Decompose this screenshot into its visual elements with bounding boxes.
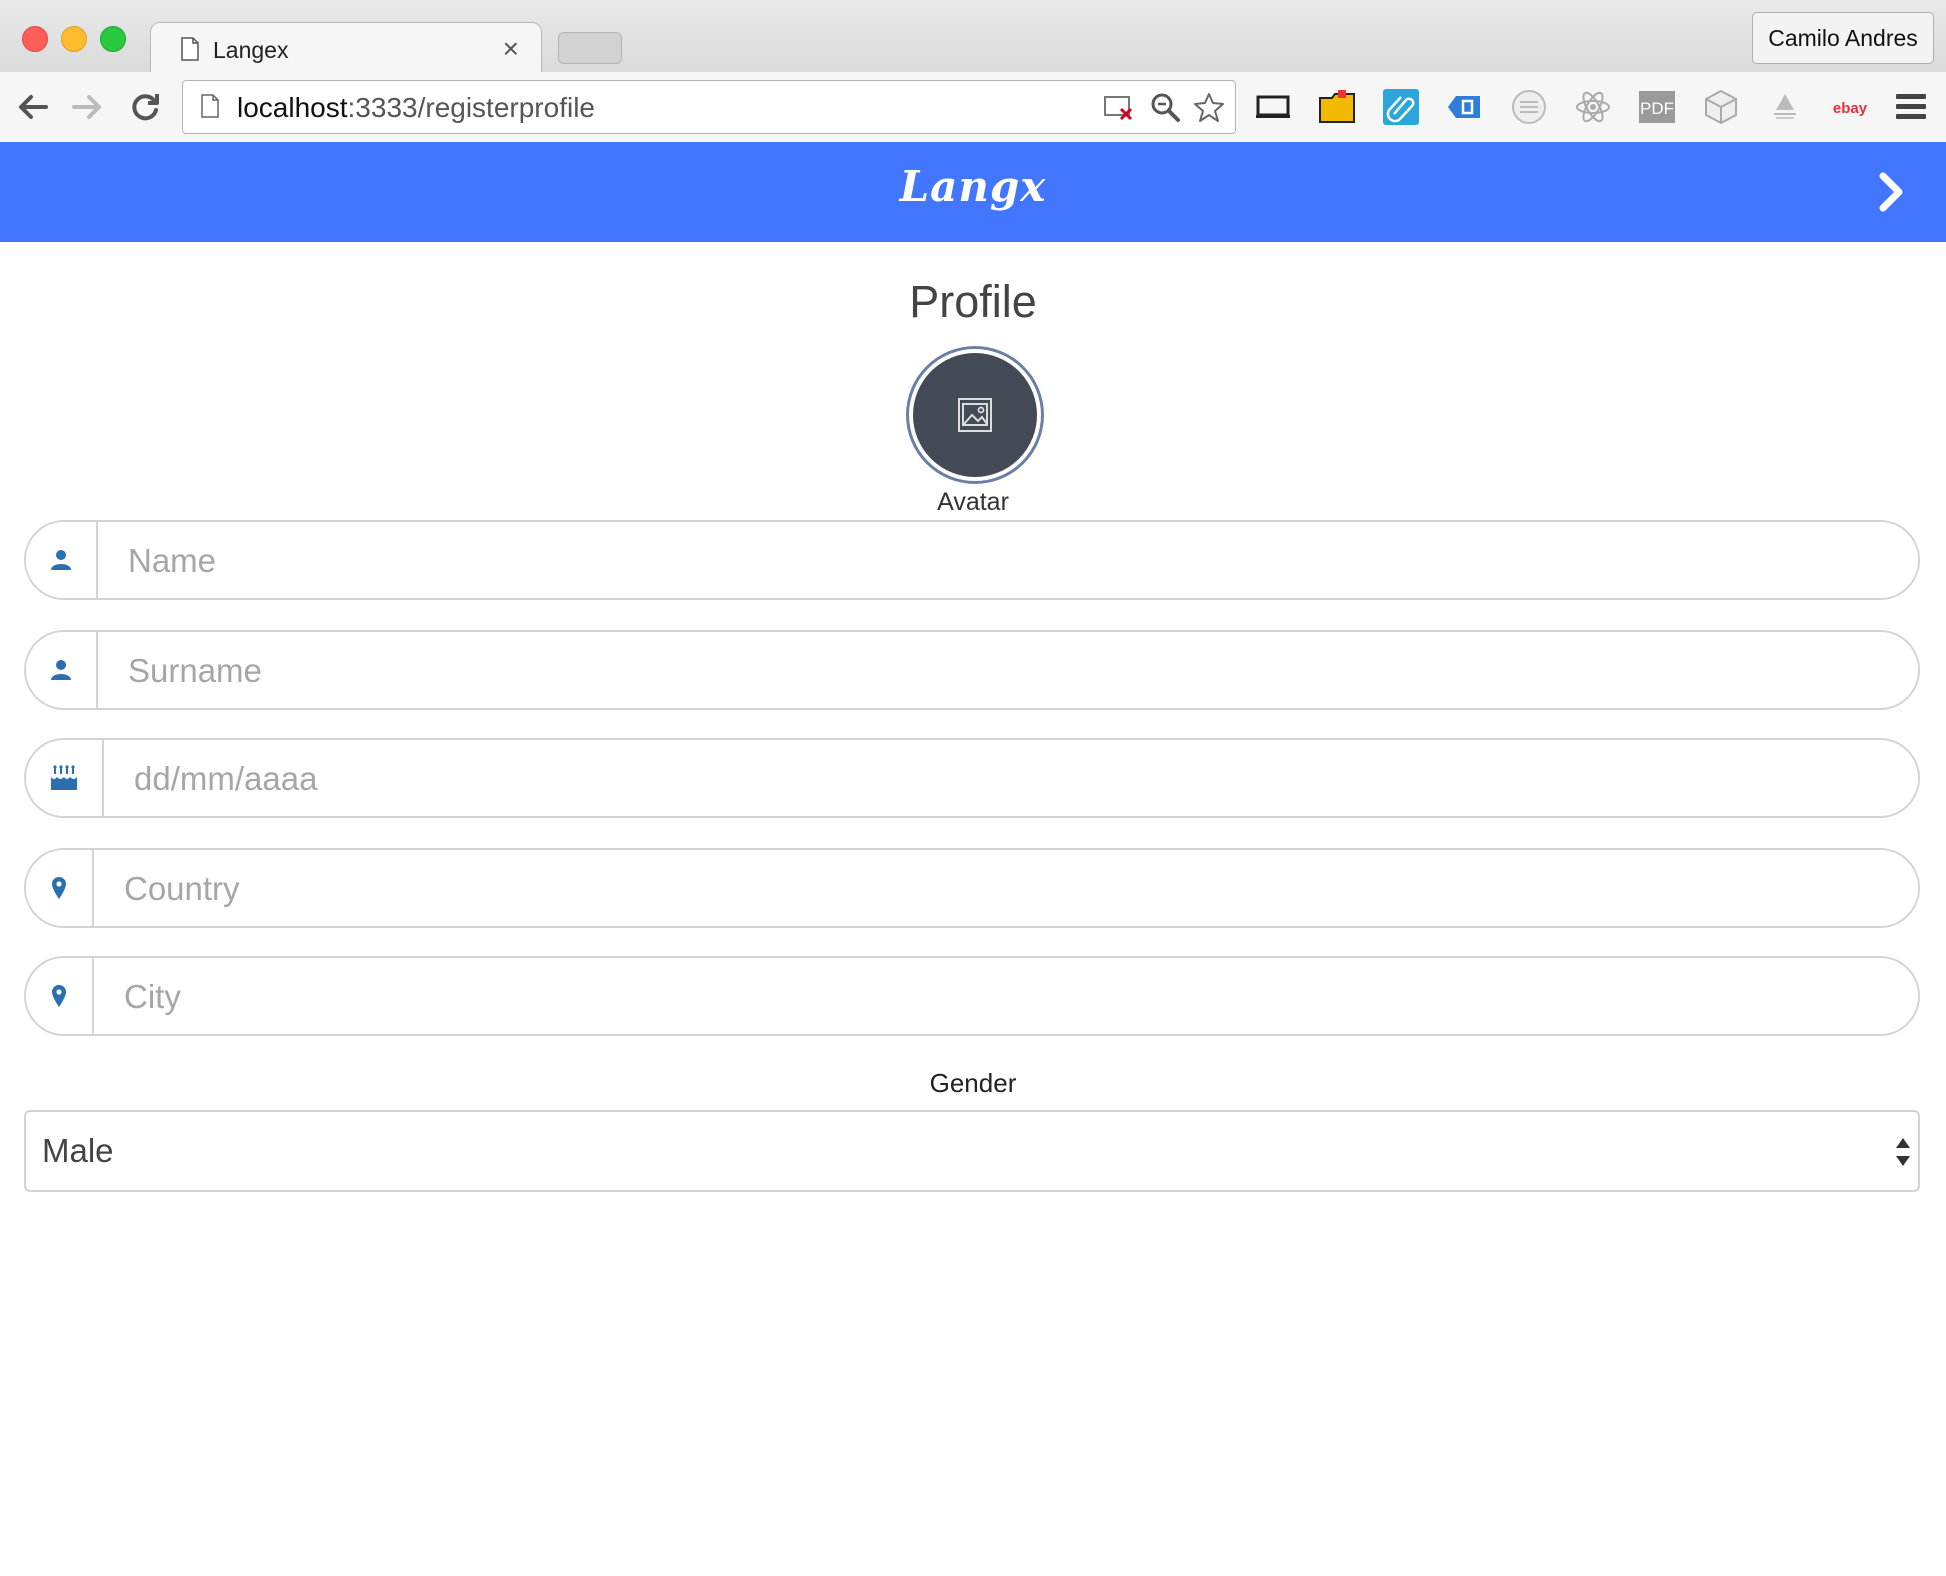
birthday-cake-icon — [51, 765, 77, 790]
gender-selected-value: Male — [42, 1132, 114, 1169]
chevron-right-icon[interactable] — [1868, 168, 1916, 216]
city-addon — [26, 958, 94, 1034]
react-icon[interactable] — [1574, 88, 1612, 126]
tag-icon[interactable] — [1446, 88, 1484, 126]
cast-icon[interactable] — [1254, 88, 1292, 126]
country-input[interactable] — [122, 860, 1866, 918]
clip-icon[interactable] — [1382, 88, 1420, 126]
surname-field — [24, 630, 1920, 710]
name-addon — [26, 522, 98, 598]
gender-label: Gender — [929, 1068, 1017, 1098]
birthdate-input[interactable] — [132, 750, 1876, 808]
reload-icon[interactable] — [128, 90, 162, 124]
map-marker-icon — [52, 877, 66, 899]
shield-icon[interactable] — [1766, 88, 1804, 126]
country-addon — [26, 850, 94, 926]
window-minimize-button[interactable] — [61, 26, 87, 52]
folder-icon[interactable] — [1318, 88, 1356, 126]
address-bar[interactable]: localhost:3333/registerprofile — [182, 80, 1236, 134]
blocked-popup-icon[interactable] — [1103, 91, 1135, 123]
tab-title: Langex — [213, 37, 289, 63]
birthdate-field — [24, 738, 1920, 818]
avatar-label: Avatar — [937, 488, 1009, 516]
browser-titlebar: Langex × Camilo Andres — [0, 0, 1946, 75]
user-icon — [51, 550, 71, 570]
cube-icon[interactable] — [1702, 88, 1740, 126]
profile-button[interactable]: Camilo Andres — [1752, 12, 1934, 64]
document-icon — [181, 37, 199, 61]
city-input[interactable] — [122, 968, 1866, 1026]
name-field — [24, 520, 1920, 600]
bookmark-star-icon[interactable] — [1193, 91, 1225, 123]
surname-input[interactable] — [126, 642, 1870, 700]
forward-icon[interactable] — [70, 90, 104, 124]
url-text[interactable]: localhost:3333/registerprofile — [237, 92, 595, 124]
birthdate-addon — [26, 740, 104, 816]
city-field — [24, 956, 1920, 1036]
svg-text:PDF: PDF — [1640, 99, 1674, 118]
window-close-button[interactable] — [22, 26, 48, 52]
brand-logo: Langx — [899, 162, 1047, 211]
gender-select[interactable]: Male — [24, 1110, 1920, 1192]
new-tab-button[interactable] — [558, 32, 622, 64]
window-maximize-button[interactable] — [100, 26, 126, 52]
browser-toolbar: localhost:3333/registerprofile PDF ebay — [0, 72, 1946, 143]
user-icon — [51, 660, 71, 680]
app-header: Langx — [0, 142, 1946, 242]
zoom-icon[interactable] — [1149, 91, 1181, 123]
page-info-icon[interactable] — [201, 94, 219, 118]
ebay-icon[interactable]: ebay — [1828, 88, 1872, 126]
browser-tab[interactable]: Langex × — [150, 22, 542, 75]
tab-close-icon[interactable]: × — [503, 33, 519, 65]
name-input[interactable] — [126, 532, 1870, 590]
country-field — [24, 848, 1920, 928]
image-icon — [958, 398, 992, 432]
select-arrows-icon — [1896, 1138, 1910, 1166]
browser-menu-icon[interactable] — [1896, 94, 1926, 120]
svg-text:ebay: ebay — [1833, 100, 1868, 117]
map-marker-icon — [52, 985, 66, 1007]
back-icon[interactable] — [16, 90, 50, 124]
avatar-upload[interactable] — [909, 349, 1041, 481]
surname-addon — [26, 632, 98, 708]
page-title: Profile — [909, 276, 1037, 327]
globe-icon[interactable] — [1510, 88, 1548, 126]
pdf-icon[interactable]: PDF — [1638, 88, 1676, 126]
